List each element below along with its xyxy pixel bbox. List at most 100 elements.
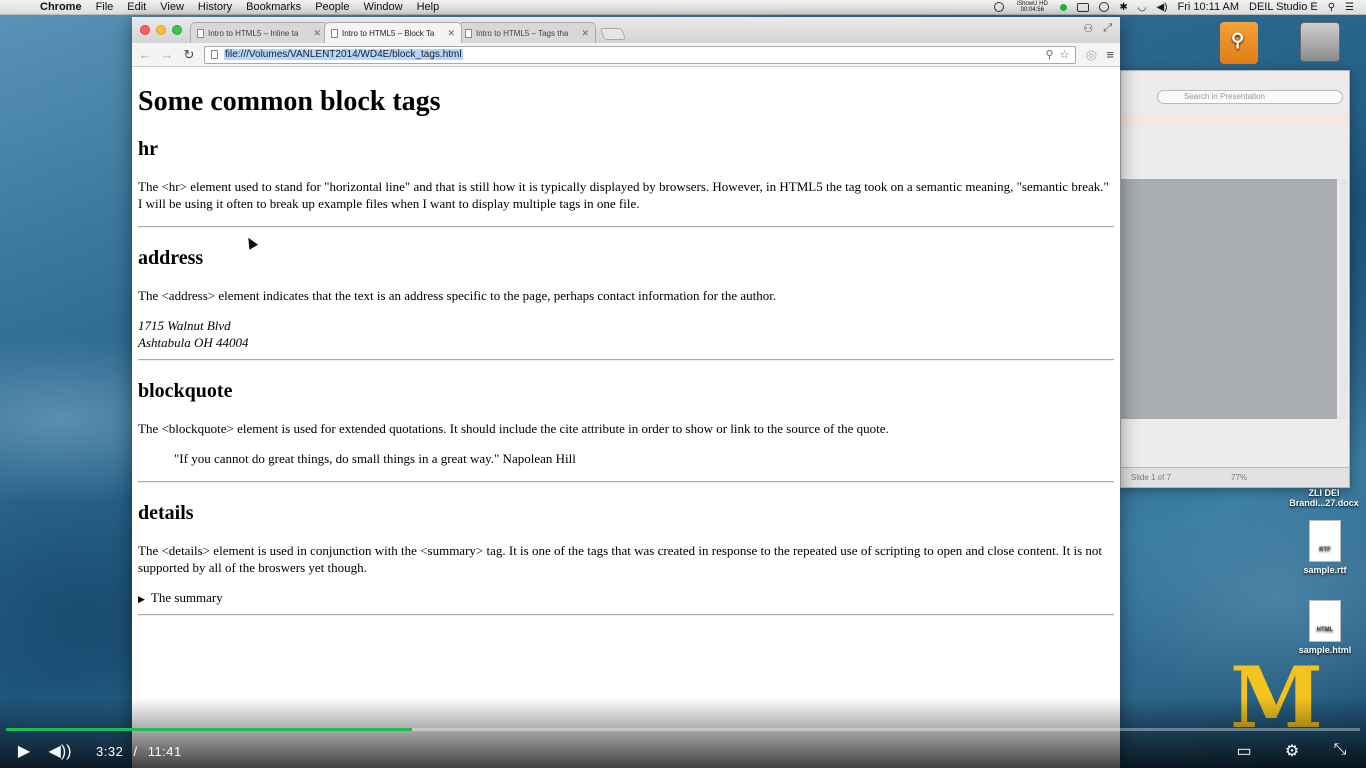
presentation-search-input[interactable]: Search in Presentation: [1157, 90, 1343, 104]
duration: 11:41: [147, 743, 182, 759]
menu-bookmarks[interactable]: Bookmarks: [246, 1, 301, 13]
address-line-2: Ashtabula OH 44004: [138, 335, 249, 350]
subtitles-icon[interactable]: ▭: [1226, 741, 1262, 761]
section-heading-address: address: [138, 247, 204, 269]
volume-icon[interactable]: ◀): [1156, 2, 1167, 13]
divider: [138, 226, 1114, 228]
zoom-icon[interactable]: ⚲: [1045, 48, 1053, 61]
desktop-file-html[interactable]: HTML sample.html: [1294, 600, 1356, 655]
rtf-file-icon: RTF: [1309, 520, 1341, 562]
disclosure-triangle-icon[interactable]: ▶: [138, 594, 145, 604]
slide-scrollbar[interactable]: [1339, 179, 1347, 419]
back-arrow-icon[interactable]: ←: [138, 47, 152, 62]
section-heading-blockquote: blockquote: [138, 380, 233, 402]
minimize-window-button[interactable]: [156, 25, 166, 35]
fullscreen-icon[interactable]: ⤢: [1103, 22, 1112, 35]
slide-counter: Slide 1 of 7: [1131, 473, 1172, 482]
tab-close-icon[interactable]: ✕: [581, 28, 589, 39]
forward-arrow-icon[interactable]: →: [160, 47, 174, 62]
recording-timer: iShowU HD 00:04:56: [1016, 1, 1048, 13]
settings-gear-icon[interactable]: ⚙: [1274, 741, 1310, 761]
url-text[interactable]: file:///Volumes/VANLENT2014/WD4E/block_t…: [224, 49, 463, 60]
airplay-icon[interactable]: [1077, 2, 1090, 12]
window-extra-controls: ⚇ ⤢: [1083, 22, 1112, 35]
page-content: Some common block tags hr The <hr> eleme…: [132, 67, 1120, 768]
section-text-address: The <address> element indicates that the…: [138, 288, 777, 303]
video-player-controls: ▶ ◀)) 3:32 / 11:41 ▭ ⚙ ⤡: [0, 698, 1366, 768]
presentation-window: ⚲▾ Search in Presentation Slide 1 of 7 7…: [1120, 70, 1350, 488]
menu-window[interactable]: Window: [363, 1, 402, 13]
status-area: iShowU HD 00:04:56 ✱ ◡ ◀) Fri 10:11 AM D…: [994, 1, 1366, 13]
bookmark-star-icon[interactable]: ☆: [1060, 48, 1070, 61]
zoom-window-button[interactable]: [172, 25, 182, 35]
video-progress-bar[interactable]: [6, 728, 1360, 731]
section-heading-hr: hr: [138, 138, 158, 160]
recording-icon[interactable]: [994, 2, 1005, 12]
tab-title: Intro to HTML5 – Inline ta: [208, 28, 299, 38]
tab-title: Intro to HTML5 – Block Ta: [342, 28, 435, 38]
html-file-icon: HTML: [1309, 600, 1341, 642]
menu-view[interactable]: View: [160, 1, 184, 13]
section-heading-details: details: [138, 502, 194, 524]
time-display: 3:32 / 11:41: [96, 744, 182, 759]
time-machine-icon[interactable]: [1099, 2, 1110, 12]
menu-history[interactable]: History: [198, 1, 232, 13]
page-icon: [331, 28, 338, 38]
usb-drive-icon[interactable]: [1220, 22, 1258, 64]
desktop-file-rtf-label: sample.rtf: [1303, 565, 1347, 575]
quote-block: "If you cannot do great things, do small…: [174, 451, 576, 466]
section-text-blockquote: The <blockquote> element is used for ext…: [138, 421, 889, 436]
tab-title: Intro to HTML5 – Tags tha: [476, 28, 569, 38]
menu-app-name[interactable]: Chrome: [40, 1, 82, 13]
notification-center-icon[interactable]: ☰: [1345, 2, 1354, 13]
menu-help[interactable]: Help: [417, 1, 440, 13]
player-control-row: ▶ ◀)) 3:32 / 11:41 ▭ ⚙ ⤡: [0, 734, 1366, 768]
new-tab-button[interactable]: [599, 28, 627, 40]
slide-canvas[interactable]: [1121, 179, 1337, 419]
extension-icon[interactable]: ◎: [1084, 47, 1098, 63]
status-dot-icon: [1060, 3, 1068, 11]
profile-icon[interactable]: ⚇: [1083, 22, 1093, 35]
user-name[interactable]: DEIL Studio E: [1249, 1, 1318, 13]
play-icon[interactable]: ▶: [6, 741, 42, 761]
spotlight-icon[interactable]: ⚲: [1328, 2, 1335, 13]
tab-strip: Intro to HTML5 – Inline ta ✕ Intro to HT…: [132, 17, 1120, 43]
tab-close-icon[interactable]: ✕: [313, 28, 321, 39]
tab-inline-tags[interactable]: Intro to HTML5 – Inline ta ✕: [190, 22, 328, 43]
tab-tags-that[interactable]: Intro to HTML5 – Tags tha ✕: [458, 22, 596, 43]
html-badge: HTML: [1316, 627, 1334, 633]
browser-toolbar: ← → ↻ file:///Volumes/VANLENT2014/WD4E/b…: [132, 43, 1120, 67]
page-title: Some common block tags: [138, 86, 441, 117]
current-time: 3:32: [96, 743, 124, 759]
rtf-badge: RTF: [1319, 547, 1331, 553]
zoom-level: 77%: [1231, 473, 1248, 482]
menu-edit[interactable]: Edit: [127, 1, 146, 13]
menu-people[interactable]: People: [315, 1, 349, 13]
exit-fullscreen-icon[interactable]: ⤡: [1322, 741, 1358, 761]
tab-close-icon[interactable]: ✕: [447, 28, 455, 39]
details-summary-toggle[interactable]: ▶ The summary: [138, 589, 1114, 608]
chrome-menu-icon[interactable]: ≡: [1106, 47, 1114, 62]
desktop-file-rtf[interactable]: RTF sample.rtf: [1294, 520, 1356, 575]
divider: [138, 359, 1114, 361]
bluetooth-icon[interactable]: ✱: [1119, 2, 1127, 13]
video-progress-fill: [6, 728, 413, 731]
player-right-controls: ▭ ⚙ ⤡: [1226, 741, 1358, 761]
page-icon: [197, 28, 204, 38]
wifi-icon[interactable]: ◡: [1138, 2, 1147, 13]
divider: [138, 614, 1114, 616]
desktop-file-docx[interactable]: ZLI DEI Brandi...27.docx: [1284, 488, 1364, 508]
tab-block-tags[interactable]: Intro to HTML5 – Block Ta ✕: [324, 22, 462, 43]
presentation-ribbon: [1121, 113, 1349, 123]
hard-drive-icon[interactable]: [1300, 22, 1340, 62]
mac-menu-bar: Chrome File Edit View History Bookmarks …: [0, 0, 1366, 15]
volume-icon[interactable]: ◀)): [42, 741, 78, 761]
page-icon: [211, 50, 218, 59]
close-window-button[interactable]: [140, 25, 150, 35]
page-icon: [465, 28, 472, 38]
menu-file[interactable]: File: [96, 1, 114, 13]
address-bar[interactable]: file:///Volumes/VANLENT2014/WD4E/block_t…: [204, 45, 1077, 64]
presentation-status-bar: Slide 1 of 7 77%: [1121, 467, 1349, 487]
reload-icon[interactable]: ↻: [182, 47, 196, 63]
clock[interactable]: Fri 10:11 AM: [1177, 1, 1239, 13]
